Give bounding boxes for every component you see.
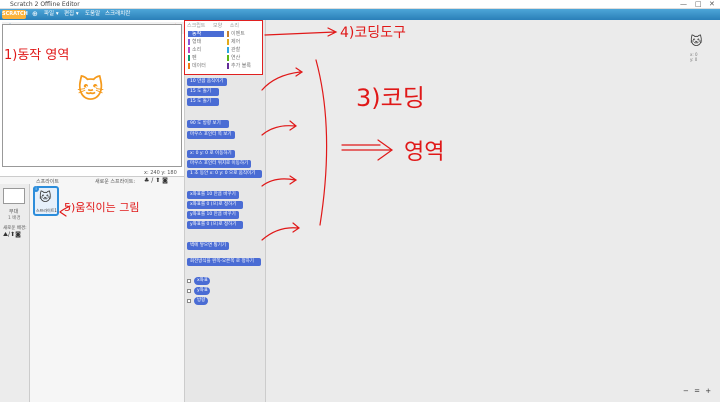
tab-sounds[interactable]: 소리 <box>230 23 239 29</box>
stage-label: 무대 <box>9 209 19 215</box>
category-sound[interactable]: 소리 <box>188 47 201 53</box>
block-y-position[interactable]: y좌표 <box>194 287 210 295</box>
palette-tabs: 스크립트 모양 소리 <box>187 22 239 29</box>
close-button[interactable]: ✕ <box>709 0 715 9</box>
maximize-button[interactable]: □ <box>695 0 702 9</box>
stage-backdrop-count: 1 배경 <box>8 216 21 221</box>
block-set-y[interactable]: y좌표를 0 (으)로 정하기 <box>187 221 243 229</box>
block-x-position[interactable]: x좌표 <box>194 277 210 285</box>
block-goto-xy[interactable]: x: 0 y: 0 로 이동하기 <box>187 150 235 158</box>
sprite-corner-coords: x: 0 y: 0 <box>690 52 698 62</box>
category-operators[interactable]: 연산 <box>227 55 240 61</box>
cat-sprite-icon[interactable]: 🐱 <box>77 75 104 105</box>
category-motion[interactable]: 동작 <box>188 31 224 37</box>
menu-bar: SCRATCH ⊕ 파일 ▾ 편집 ▾ 도움말 스크래치란 ⧉ ✂ ⤢ ⤡ ? <box>0 9 720 27</box>
new-backdrop-icons[interactable]: ⛰/⬆◙ <box>3 231 21 239</box>
annotation-area: 영역 <box>404 140 445 165</box>
tab-scripts[interactable]: 스크립트 <box>187 23 205 29</box>
block-point-towards[interactable]: 마우스 포인터 쪽 보기 <box>187 131 235 139</box>
menu-about[interactable]: 스크래치란 <box>105 9 130 20</box>
new-sprite-label: 새로운 스프라이트: <box>95 179 136 185</box>
sprite-thumb-cat-icon: 🐱 <box>39 190 52 204</box>
scratch-logo: SCRATCH <box>2 10 28 19</box>
menu-edit[interactable]: 편집 ▾ <box>64 9 79 20</box>
category-palette: 스크립트 모양 소리 동작 형태 소리 펜 데이터 이벤트 제어 관찰 연산 추… <box>184 20 263 75</box>
globe-icon[interactable]: ⊕ <box>32 9 38 20</box>
menu-file[interactable]: 파일 ▾ <box>44 9 59 20</box>
tab-costumes[interactable]: 모양 <box>213 23 222 29</box>
sprite-header: 스프라이트 <box>36 179 60 185</box>
checkbox-x-position[interactable] <box>187 279 191 283</box>
title-bar: Scratch 2 Offline Editor — □ ✕ <box>0 0 720 9</box>
category-more-blocks[interactable]: 추가 블록 <box>227 63 251 69</box>
block-bounce[interactable]: 벽에 닿으면 튕기기 <box>187 242 229 250</box>
category-events[interactable]: 이벤트 <box>227 31 245 37</box>
block-set-x[interactable]: x좌표를 0 (으)로 정하기 <box>187 201 243 209</box>
category-data[interactable]: 데이터 <box>188 63 206 69</box>
block-glide[interactable]: 1 초 동안 x: 0 y: 0 으로 움직이기 <box>187 170 262 178</box>
category-looks[interactable]: 형태 <box>188 39 201 45</box>
checkbox-y-position[interactable] <box>187 289 191 293</box>
window-title: Scratch 2 Offline Editor <box>10 1 80 8</box>
annotation-coding: 3)코딩 <box>356 84 425 112</box>
block-turn-right[interactable]: 15 도 돌기 <box>187 88 219 96</box>
zoom-controls: − = + <box>683 387 711 395</box>
category-pen[interactable]: 펜 <box>188 55 197 61</box>
block-rotation-style[interactable]: 회전방식을 왼쪽-오른쪽 로 정하기 <box>187 258 261 266</box>
annotation-stage-area: 1)동작 영역 <box>4 48 70 63</box>
sprite-thumbnail[interactable]: i 🐱 스프라이트1 <box>33 186 59 216</box>
new-sprite-icons[interactable]: ♣ / ⬆ ◙ <box>144 177 168 184</box>
block-change-y[interactable]: y좌표를 10 만큼 바꾸기 <box>187 211 239 219</box>
zoom-out-button[interactable]: − <box>683 387 689 395</box>
menu-help[interactable]: 도움말 <box>85 9 100 20</box>
zoom-reset-button[interactable]: = <box>694 387 700 395</box>
annotation-sprite: 5)움직이는 그림 <box>64 201 140 214</box>
scripts-area[interactable]: 🐱 x: 0 y: 0 <box>265 20 720 402</box>
block-move[interactable]: 10 만큼 움직이기 <box>187 78 227 86</box>
annotation-coding-tools: 4)코딩도구 <box>340 25 406 41</box>
block-goto-pointer[interactable]: 마우스 포인터 위치로 이동하기 <box>187 160 251 168</box>
sprite-corner-cat-icon: 🐱 <box>690 34 703 48</box>
block-turn-left[interactable]: 15 도 돌기 <box>187 98 219 106</box>
category-sensing[interactable]: 관찰 <box>227 47 240 53</box>
block-change-x[interactable]: x좌표를 10 만큼 바꾸기 <box>187 191 239 199</box>
checkbox-direction[interactable] <box>187 299 191 303</box>
category-control[interactable]: 제어 <box>227 39 240 45</box>
block-direction[interactable]: 방향 <box>194 297 208 305</box>
sprite-name: 스프라이트1 <box>36 208 57 213</box>
block-point-direction[interactable]: 90 도 방향 보기 <box>187 120 229 128</box>
stage-thumbnail-pane[interactable]: 무대 1 배경 새로운 배경: ⛰/⬆◙ <box>0 184 30 402</box>
stage-thumbnail[interactable] <box>3 188 25 204</box>
zoom-in-button[interactable]: + <box>705 387 711 395</box>
minimize-button[interactable]: — <box>680 0 687 9</box>
